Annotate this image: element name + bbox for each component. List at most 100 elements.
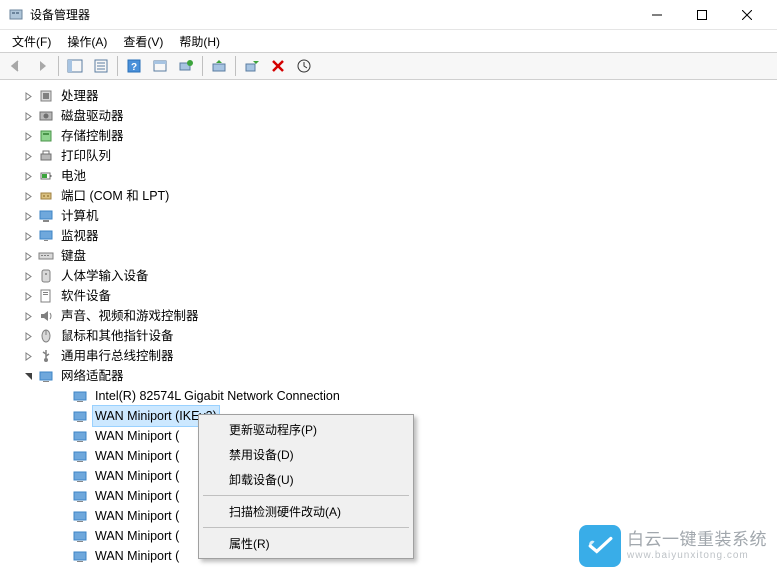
menu-file[interactable]: 文件(F) [4, 31, 59, 52]
tree-category[interactable]: 网络适配器 [2, 366, 775, 386]
tree-category-label: 人体学输入设备 [58, 265, 152, 287]
tree-category[interactable]: 计算机 [2, 206, 775, 226]
back-button[interactable] [4, 55, 28, 77]
tree-category[interactable]: 通用串行总线控制器 [2, 346, 775, 366]
tree-category-label: 磁盘驱动器 [58, 105, 127, 127]
ctx-update-driver[interactable]: 更新驱动程序(P) [201, 417, 411, 442]
tree-category-label: 键盘 [58, 245, 89, 267]
expand-arrow-icon[interactable] [20, 268, 36, 284]
uninstall-device-button[interactable] [266, 55, 290, 77]
show-hide-tree-button[interactable] [63, 55, 87, 77]
expand-arrow-icon[interactable] [20, 308, 36, 324]
tree-category[interactable]: 监视器 [2, 226, 775, 246]
watermark-text: 白云一键重装系统 www.baiyunxitong.com [627, 530, 767, 561]
tree-category-label: 声音、视频和游戏控制器 [58, 305, 202, 327]
expand-arrow-icon[interactable] [20, 328, 36, 344]
toolbar-separator [58, 56, 59, 76]
tree-device-label: Intel(R) 82574L Gigabit Network Connecti… [92, 385, 343, 407]
network-icon [38, 368, 54, 384]
tree-category-label: 网络适配器 [58, 365, 127, 387]
expand-arrow-icon[interactable] [20, 248, 36, 264]
minimize-button[interactable] [634, 1, 679, 29]
refresh-button[interactable] [292, 55, 316, 77]
ctx-disable-device[interactable]: 禁用设备(D) [201, 442, 411, 467]
update-driver-button[interactable] [207, 55, 231, 77]
scan-hardware-button[interactable] [174, 55, 198, 77]
tree-category-label: 软件设备 [58, 285, 114, 307]
ctx-properties[interactable]: 属性(R) [201, 531, 411, 556]
cpu-icon [38, 88, 54, 104]
action-button[interactable] [148, 55, 172, 77]
svg-text:?: ? [131, 62, 137, 73]
expand-arrow-icon[interactable] [20, 188, 36, 204]
spacer [54, 508, 70, 524]
expand-arrow-icon[interactable] [20, 128, 36, 144]
tree-category-label: 监视器 [58, 225, 102, 247]
hid-icon [38, 268, 54, 284]
help-button[interactable]: ? [122, 55, 146, 77]
spacer [54, 428, 70, 444]
maximize-button[interactable] [679, 1, 724, 29]
tree-category[interactable]: 人体学输入设备 [2, 266, 775, 286]
tree-device-label: WAN Miniport ( [92, 485, 182, 507]
network-adapter-icon [72, 408, 88, 424]
expand-arrow-icon[interactable] [20, 88, 36, 104]
expand-arrow-icon[interactable] [20, 148, 36, 164]
tree-category[interactable]: 端口 (COM 和 LPT) [2, 186, 775, 206]
tree-device[interactable]: Intel(R) 82574L Gigabit Network Connecti… [2, 386, 775, 406]
tree-category[interactable]: 处理器 [2, 86, 775, 106]
tree-device-label: WAN Miniport ( [92, 465, 182, 487]
disk-icon [38, 108, 54, 124]
spacer [54, 448, 70, 464]
title-bar: 设备管理器 [0, 0, 777, 30]
tree-category[interactable]: 磁盘驱动器 [2, 106, 775, 126]
properties-button[interactable] [89, 55, 113, 77]
tree-category-label: 端口 (COM 和 LPT) [58, 185, 172, 207]
expand-arrow-icon[interactable] [20, 288, 36, 304]
expand-arrow-icon[interactable] [20, 368, 36, 384]
expand-arrow-icon[interactable] [20, 228, 36, 244]
tree-category[interactable]: 打印队列 [2, 146, 775, 166]
expand-arrow-icon[interactable] [20, 208, 36, 224]
sound-icon [38, 308, 54, 324]
ctx-uninstall-device[interactable]: 卸载设备(U) [201, 467, 411, 492]
toolbar: ? [0, 52, 777, 80]
printer-icon [38, 148, 54, 164]
tree-category[interactable]: 声音、视频和游戏控制器 [2, 306, 775, 326]
network-adapter-icon [72, 428, 88, 444]
tree-category-label: 打印队列 [58, 145, 114, 167]
menu-action[interactable]: 操作(A) [59, 31, 115, 52]
menu-view[interactable]: 查看(V) [115, 31, 171, 52]
ctx-separator [203, 527, 409, 528]
tree-category[interactable]: 软件设备 [2, 286, 775, 306]
tree-category[interactable]: 键盘 [2, 246, 775, 266]
spacer [54, 488, 70, 504]
close-button[interactable] [724, 1, 769, 29]
spacer [54, 408, 70, 424]
disable-device-button[interactable] [240, 55, 264, 77]
tree-device-label: WAN Miniport ( [92, 505, 182, 527]
toolbar-separator [117, 56, 118, 76]
menu-help[interactable]: 帮助(H) [171, 31, 228, 52]
watermark-line2: www.baiyunxitong.com [627, 550, 767, 562]
spacer [54, 388, 70, 404]
tree-category[interactable]: 电池 [2, 166, 775, 186]
tree-device-label: WAN Miniport ( [92, 525, 182, 547]
tree-category-label: 电池 [58, 165, 89, 187]
expand-arrow-icon[interactable] [20, 108, 36, 124]
keyboard-icon [38, 248, 54, 264]
software-icon [38, 288, 54, 304]
expand-arrow-icon[interactable] [20, 168, 36, 184]
network-adapter-icon [72, 488, 88, 504]
window-controls [634, 1, 769, 29]
port-icon [38, 188, 54, 204]
tree-category-label: 处理器 [58, 85, 102, 107]
tree-category[interactable]: 存储控制器 [2, 126, 775, 146]
spacer [54, 468, 70, 484]
ctx-scan-hardware[interactable]: 扫描检测硬件改动(A) [201, 499, 411, 524]
network-adapter-icon [72, 388, 88, 404]
tree-category[interactable]: 鼠标和其他指针设备 [2, 326, 775, 346]
expand-arrow-icon[interactable] [20, 348, 36, 364]
forward-button[interactable] [30, 55, 54, 77]
network-adapter-icon [72, 528, 88, 544]
